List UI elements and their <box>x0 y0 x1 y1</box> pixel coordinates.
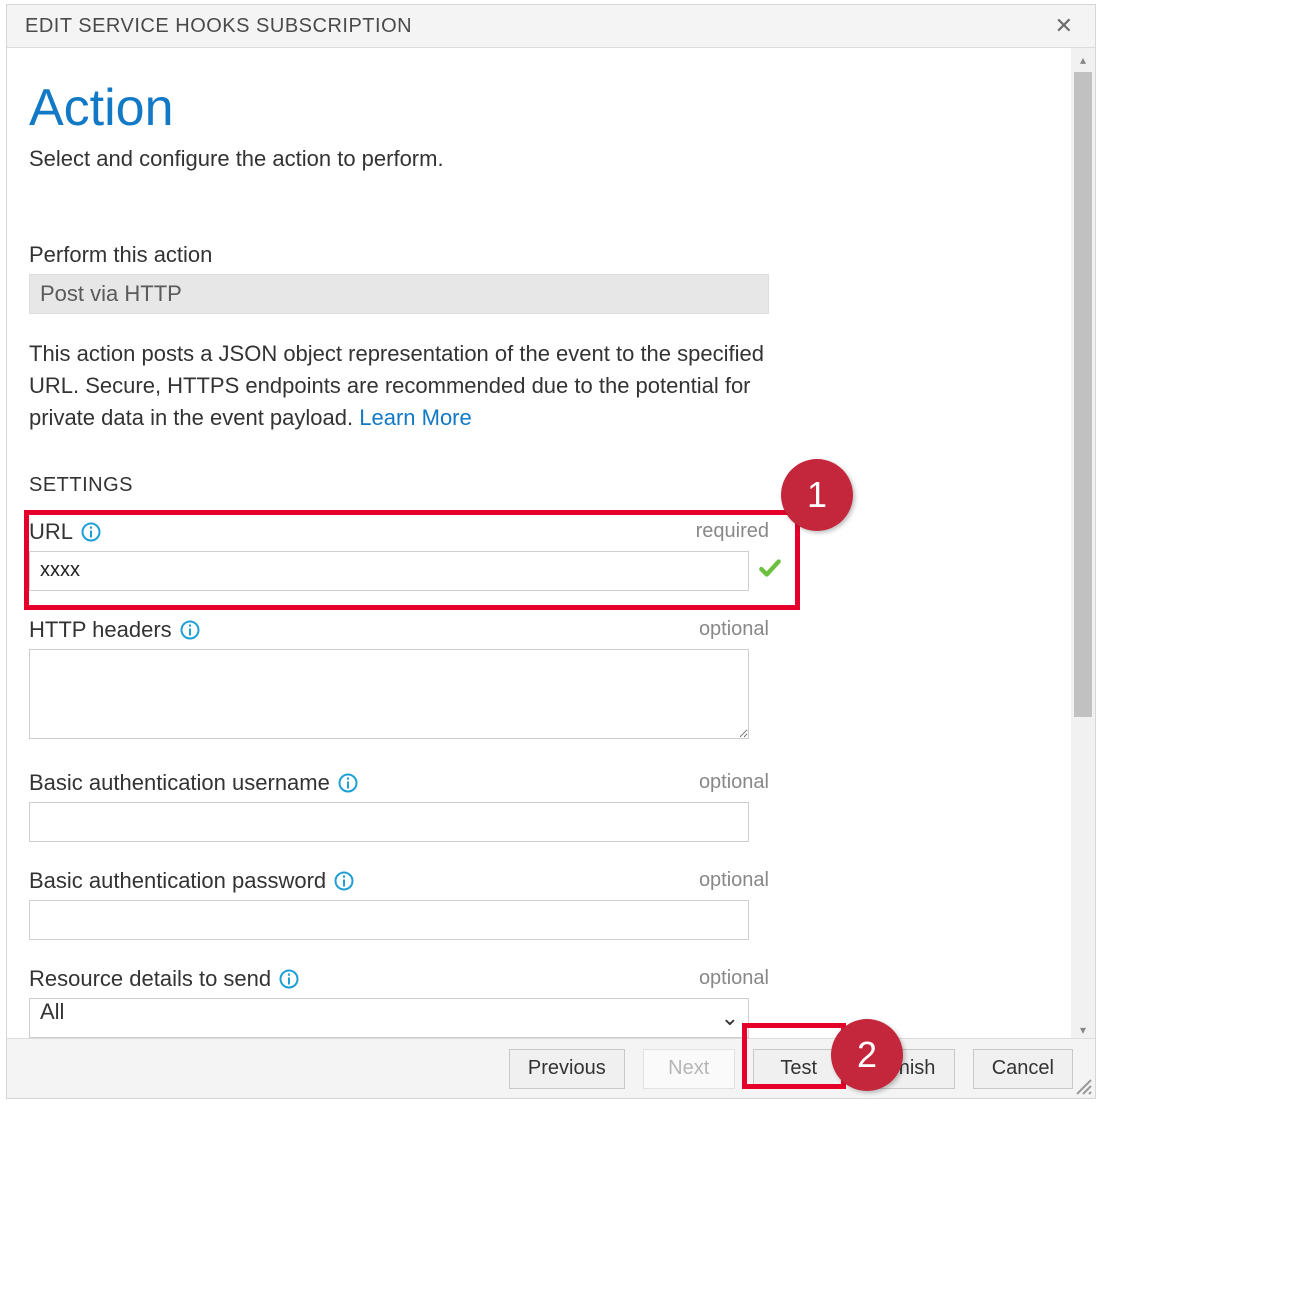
cancel-button[interactable]: Cancel <box>973 1049 1073 1089</box>
field-url: URL required <box>29 519 1049 591</box>
action-description: This action posts a JSON object represen… <box>29 338 789 434</box>
info-icon[interactable] <box>279 969 299 989</box>
close-icon[interactable]: ✕ <box>1051 13 1077 39</box>
previous-button[interactable]: Previous <box>509 1049 625 1089</box>
basic-password-input[interactable] <box>29 900 749 940</box>
dialog-body: Action Select and configure the action t… <box>7 48 1095 1042</box>
next-button: Next <box>643 1049 735 1089</box>
vertical-scrollbar[interactable]: ▴ ▾ <box>1071 48 1095 1042</box>
dialog-header: EDIT SERVICE HOOKS SUBSCRIPTION ✕ <box>7 5 1095 48</box>
http-headers-input[interactable] <box>29 649 749 739</box>
field-http-headers: HTTP headers optional <box>29 617 1049 744</box>
resource-details-hint: optional <box>699 967 769 990</box>
resource-details-label: Resource details to send <box>29 966 271 992</box>
check-icon <box>757 555 783 586</box>
basic-username-input[interactable] <box>29 802 749 842</box>
basic-password-label: Basic authentication password <box>29 868 326 894</box>
content-area: Action Select and configure the action t… <box>7 48 1071 1042</box>
info-icon[interactable] <box>334 871 354 891</box>
field-basic-password-top: Basic authentication password optional <box>29 868 769 894</box>
page-heading: Action <box>29 78 1049 138</box>
basic-username-label: Basic authentication username <box>29 770 330 796</box>
learn-more-link[interactable]: Learn More <box>359 405 472 430</box>
field-basic-username-top: Basic authentication username optional <box>29 770 769 796</box>
scroll-up-icon[interactable]: ▴ <box>1071 48 1095 72</box>
settings-heading: SETTINGS <box>29 474 1049 497</box>
url-input[interactable] <box>29 551 749 591</box>
url-label: URL <box>29 519 73 545</box>
info-icon[interactable] <box>81 522 101 542</box>
dialog-footer: Previous Next Test Finish Cancel <box>7 1038 1095 1098</box>
resource-details-select[interactable]: All <box>29 998 749 1038</box>
http-headers-hint: optional <box>699 618 769 641</box>
basic-username-hint: optional <box>699 771 769 794</box>
info-icon[interactable] <box>180 620 200 640</box>
info-icon[interactable] <box>338 773 358 793</box>
scroll-thumb[interactable] <box>1074 72 1092 717</box>
field-basic-username: Basic authentication username optional <box>29 770 1049 842</box>
resize-grip-icon[interactable] <box>1071 1074 1093 1096</box>
dialog-title: EDIT SERVICE HOOKS SUBSCRIPTION <box>25 15 412 38</box>
url-hint: required <box>696 520 769 543</box>
basic-password-hint: optional <box>699 869 769 892</box>
field-basic-password: Basic authentication password optional <box>29 868 1049 940</box>
finish-button[interactable]: Finish <box>863 1049 955 1089</box>
dialog-window: EDIT SERVICE HOOKS SUBSCRIPTION ✕ Action… <box>6 4 1096 1099</box>
field-resource-details-top: Resource details to send optional <box>29 966 769 992</box>
http-headers-label: HTTP headers <box>29 617 172 643</box>
field-http-headers-top: HTTP headers optional <box>29 617 769 643</box>
test-button[interactable]: Test <box>753 1049 845 1089</box>
field-resource-details: Resource details to send optional All ⌄ <box>29 966 1049 1038</box>
action-readonly-value: Post via HTTP <box>29 274 769 314</box>
field-url-top: URL required <box>29 519 769 545</box>
page-subheading: Select and configure the action to perfo… <box>29 146 1049 172</box>
action-label: Perform this action <box>29 242 1049 268</box>
